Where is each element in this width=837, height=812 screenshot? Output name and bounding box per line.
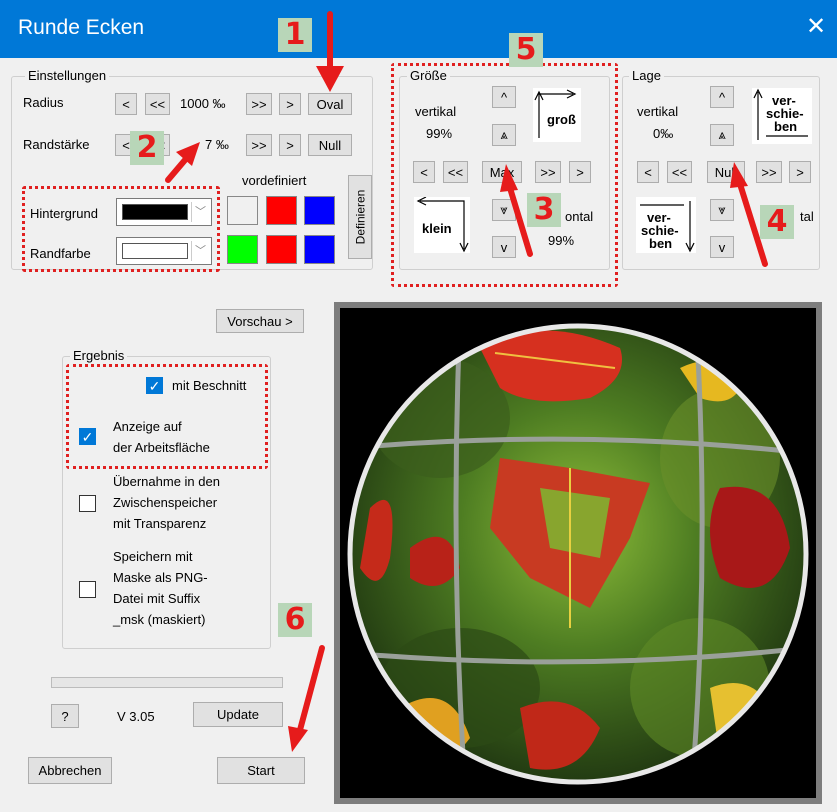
dialog-window: Runde Ecken ✕ Einstellungen Radius < << …	[0, 0, 837, 812]
annotation-badge-6: 6	[278, 603, 312, 637]
annotation-badge-3: 3	[527, 193, 561, 227]
annotation-arrows	[165, 11, 768, 752]
annotation-badge-2: 2	[130, 131, 164, 165]
annotation-badge-1: 1	[278, 18, 312, 52]
annotation-badge-4: 4	[760, 205, 794, 239]
annotation-badge-5: 5	[509, 33, 543, 67]
